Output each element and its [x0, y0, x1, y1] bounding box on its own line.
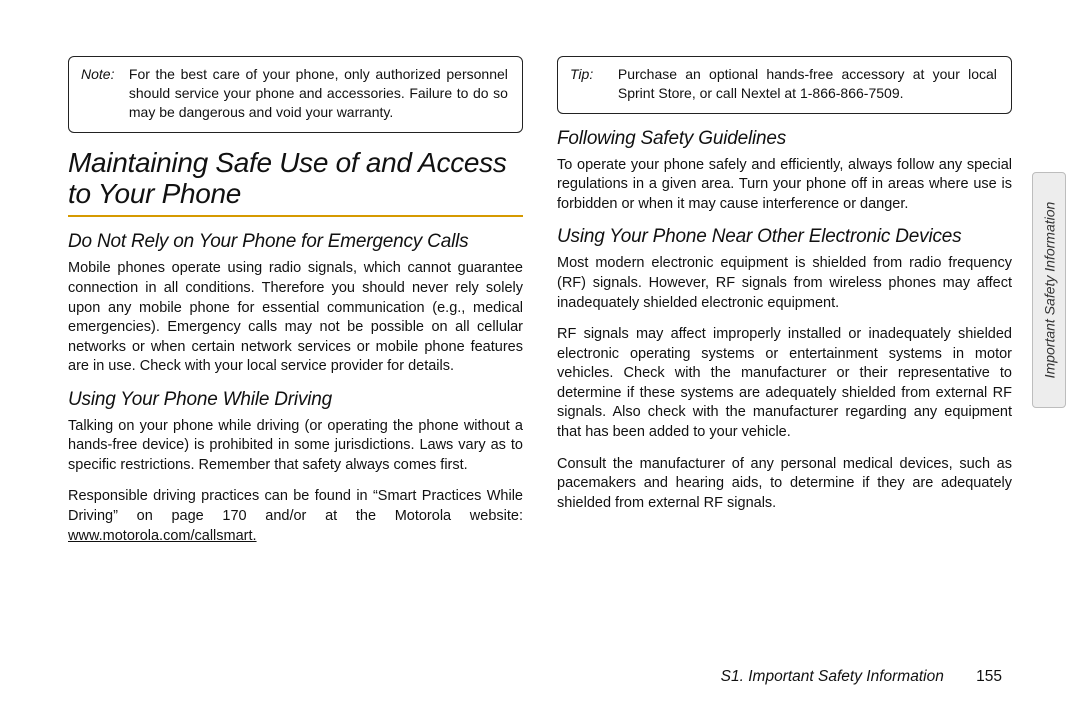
- para-electronics-1: Most modern electronic equipment is shie…: [557, 254, 1012, 313]
- page-footer: S1. Important Safety Information 155: [721, 668, 1002, 686]
- tip-body: Purchase an optional hands-free accessor…: [618, 65, 997, 103]
- note-box: Note: For the best care of your phone, o…: [68, 56, 523, 133]
- page-content: Note: For the best care of your phone, o…: [0, 0, 1080, 720]
- tip-box: Tip: Purchase an optional hands-free acc…: [557, 56, 1012, 114]
- subheading-emergency: Do Not Rely on Your Phone for Emergency …: [68, 231, 523, 253]
- para-electronics-2: RF signals may affect improperly install…: [557, 325, 1012, 442]
- para-guidelines: To operate your phone safely and efficie…: [557, 156, 1012, 215]
- subheading-electronics: Using Your Phone Near Other Electronic D…: [557, 226, 1012, 248]
- footer-section: S1. Important Safety Information: [721, 668, 944, 685]
- left-column: Note: For the best care of your phone, o…: [68, 56, 523, 690]
- main-heading: Maintaining Safe Use of and Access to Yo…: [68, 147, 523, 210]
- para-driving-2: Responsible driving practices can be fou…: [68, 487, 523, 546]
- note-body: For the best care of your phone, only au…: [129, 65, 508, 122]
- side-tab-label: Important Safety Information: [1041, 202, 1057, 379]
- callsmart-link[interactable]: www.motorola.com/callsmart.: [68, 528, 257, 544]
- note-label: Note:: [81, 65, 125, 84]
- page-number: 155: [976, 668, 1002, 685]
- right-column: Tip: Purchase an optional hands-free acc…: [557, 56, 1012, 690]
- para-driving-1: Talking on your phone while driving (or …: [68, 417, 523, 476]
- subheading-driving: Using Your Phone While Driving: [68, 389, 523, 411]
- para-emergency: Mobile phones operate using radio signal…: [68, 259, 523, 376]
- side-tab[interactable]: Important Safety Information: [1032, 172, 1066, 408]
- tip-label: Tip:: [570, 65, 614, 84]
- subheading-guidelines: Following Safety Guidelines: [557, 128, 1012, 150]
- heading-rule: [68, 215, 523, 217]
- para-driving-2a: Responsible driving practices can be fou…: [68, 488, 523, 524]
- para-electronics-3: Consult the manufacturer of any personal…: [557, 455, 1012, 514]
